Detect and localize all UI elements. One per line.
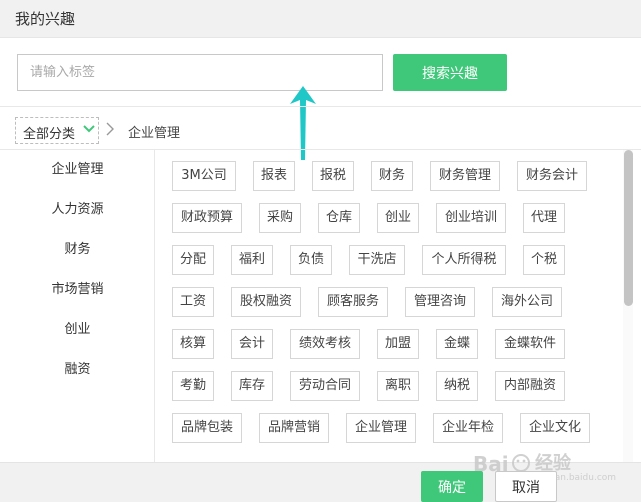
all-categories-dropdown[interactable]: 全部分类 — [15, 117, 99, 144]
chevron-right-icon — [106, 122, 114, 136]
sidebar-item-startup[interactable]: 创业 — [0, 318, 155, 342]
scrollbar-thumb[interactable] — [624, 150, 633, 306]
tag-button[interactable]: 考勤 — [172, 371, 214, 401]
tag-button[interactable]: 顾客服务 — [318, 287, 388, 317]
tag-button[interactable]: 企业文化 — [520, 413, 590, 443]
sidebar-item-marketing[interactable]: 市场营销 — [0, 278, 155, 302]
tag-button[interactable]: 创业 — [377, 203, 419, 233]
tag-button[interactable]: 财政预算 — [172, 203, 242, 233]
tag-button[interactable]: 工资 — [172, 287, 214, 317]
tag-button[interactable]: 财务管理 — [430, 161, 500, 191]
tag-button[interactable]: 代理 — [523, 203, 565, 233]
all-categories-label: 全部分类 — [23, 127, 76, 142]
tag-button[interactable]: 个人所得税 — [422, 245, 506, 275]
search-button[interactable]: 搜索兴趣 — [393, 54, 507, 91]
tag-button[interactable]: 企业管理 — [346, 413, 416, 443]
tag-button[interactable]: 报表 — [253, 161, 295, 191]
breadcrumb-current: 企业管理 — [128, 126, 181, 141]
tag-button[interactable]: 干洗店 — [349, 245, 405, 275]
tag-button[interactable]: 品牌包装 — [172, 413, 242, 443]
tag-button[interactable]: 管理咨询 — [405, 287, 475, 317]
tag-button[interactable]: 会计 — [231, 329, 273, 359]
tag-button[interactable]: 核算 — [172, 329, 214, 359]
tag-button[interactable]: 金蝶 — [436, 329, 478, 359]
tag-button[interactable]: 离职 — [377, 371, 419, 401]
tag-button[interactable]: 分配 — [172, 245, 214, 275]
search-input[interactable] — [17, 54, 383, 91]
tag-button[interactable]: 加盟 — [377, 329, 419, 359]
tag-button[interactable]: 3M公司 — [172, 161, 236, 191]
sidebar-item-human-resources[interactable]: 人力资源 — [0, 198, 155, 222]
tag-button[interactable]: 海外公司 — [492, 287, 562, 317]
tag-button[interactable]: 劳动合同 — [290, 371, 360, 401]
tag-button[interactable]: 创业培训 — [436, 203, 506, 233]
tag-button[interactable]: 金蝶软件 — [495, 329, 565, 359]
tag-button[interactable]: 企业年检 — [433, 413, 503, 443]
dialog-title: 我的兴趣 — [15, 10, 76, 28]
tag-button[interactable]: 仓库 — [318, 203, 360, 233]
chevron-down-icon — [83, 125, 95, 133]
cancel-button[interactable]: 取消 — [495, 471, 557, 502]
tag-button[interactable]: 个税 — [523, 245, 565, 275]
tag-button[interactable]: 财务会计 — [517, 161, 587, 191]
tag-list: 3M公司 报表 报税 财务 财务管理 财务会计 财政预算 采购 仓库 创业 创业… — [172, 150, 622, 460]
sidebar-item-finance[interactable]: 财务 — [0, 238, 155, 262]
sidebar-item-enterprise-management[interactable]: 企业管理 — [0, 158, 155, 182]
dialog-titlebar: 我的兴趣 — [0, 0, 641, 38]
tag-button[interactable]: 负债 — [290, 245, 332, 275]
confirm-button[interactable]: 确定 — [421, 471, 483, 502]
tag-button[interactable]: 内部融资 — [495, 371, 565, 401]
tag-button[interactable]: 采购 — [259, 203, 301, 233]
tag-button[interactable]: 库存 — [231, 371, 273, 401]
tag-button[interactable]: 财务 — [371, 161, 413, 191]
tag-button[interactable]: 报税 — [312, 161, 354, 191]
category-sidebar: 企业管理 人力资源 财务 市场营销 创业 融资 — [0, 150, 155, 462]
tag-button[interactable]: 品牌营销 — [259, 413, 329, 443]
tag-button[interactable]: 股权融资 — [231, 287, 301, 317]
sidebar-item-financing[interactable]: 融资 — [0, 358, 155, 382]
divider — [0, 106, 641, 107]
tag-button[interactable]: 福利 — [231, 245, 273, 275]
tag-button[interactable]: 绩效考核 — [290, 329, 360, 359]
tag-button[interactable]: 纳税 — [436, 371, 478, 401]
